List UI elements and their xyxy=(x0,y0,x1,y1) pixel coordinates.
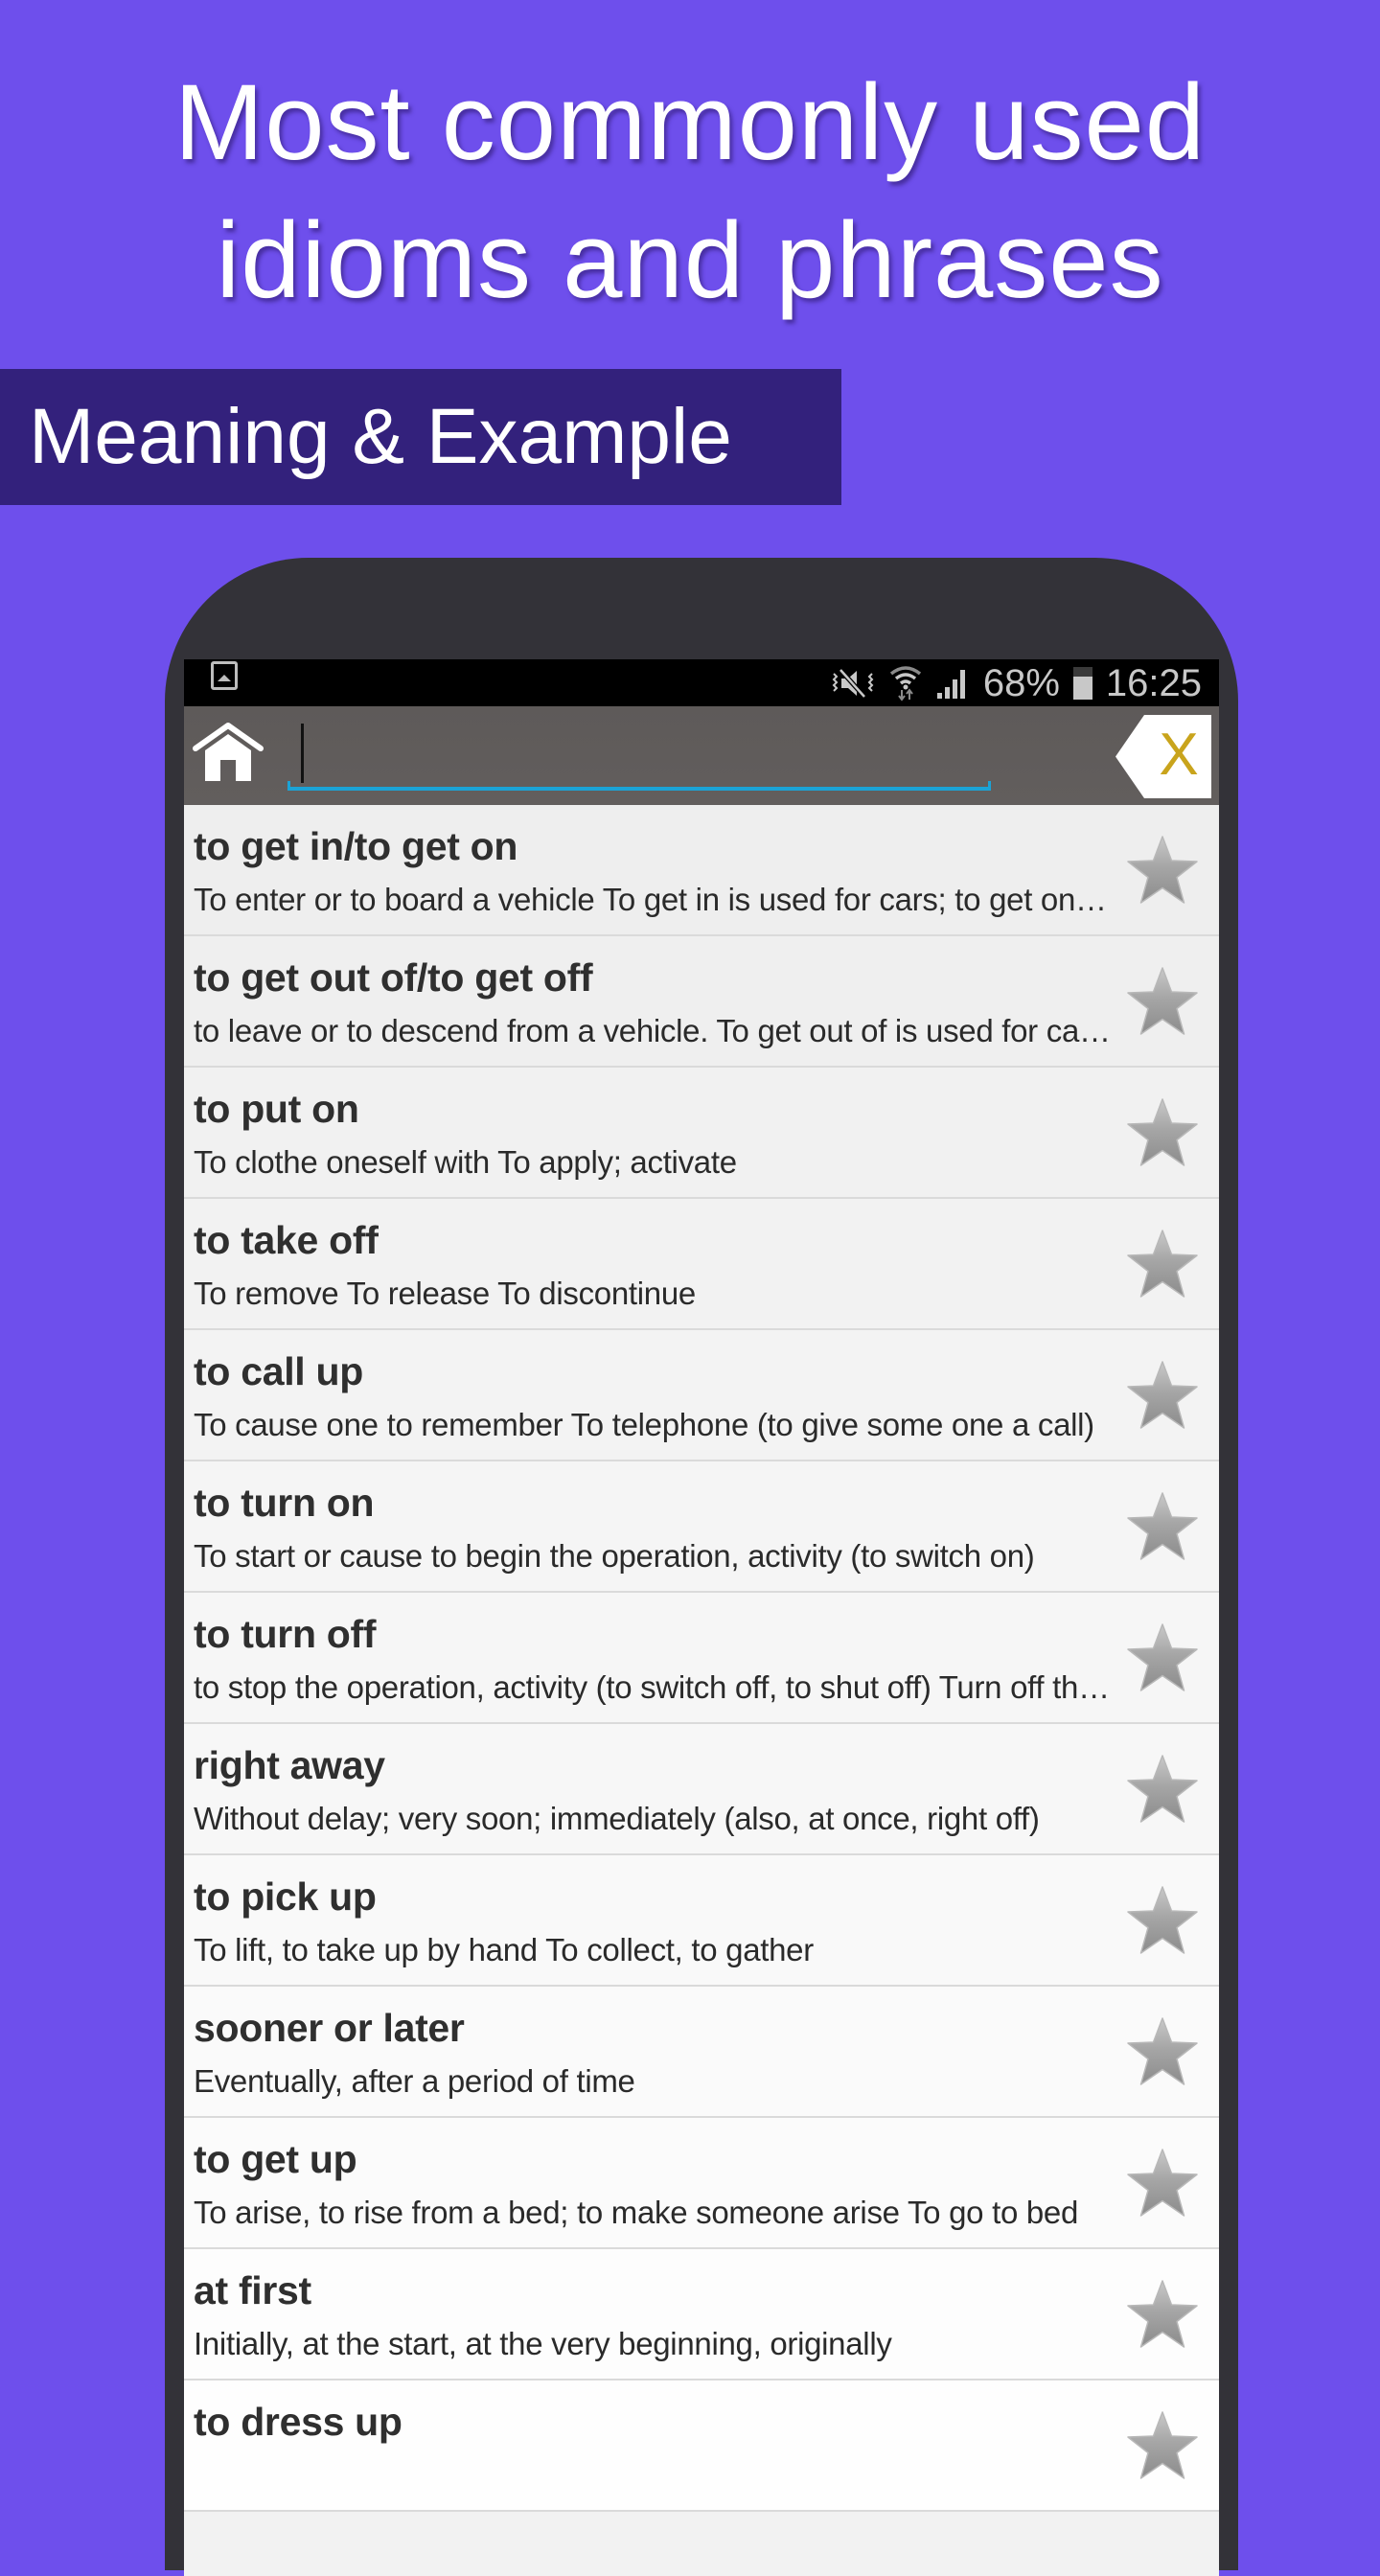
favorite-star-button[interactable] xyxy=(1125,1884,1200,1957)
idiom-list-item[interactable]: to put on To clothe oneself with To appl… xyxy=(184,1068,1219,1199)
search-toolbar: X xyxy=(184,706,1219,805)
status-bar: 68% 16:25 xyxy=(184,659,1219,706)
idiom-meaning: Eventually, after a period of time xyxy=(194,2063,635,2099)
idiom-list-item[interactable]: to get in/to get on To enter or to board… xyxy=(184,805,1219,936)
idiom-list-item[interactable]: to pick up To lift, to take up by hand T… xyxy=(184,1855,1219,1987)
favorite-star-button[interactable] xyxy=(1125,1490,1200,1563)
star-icon xyxy=(1127,1361,1198,1429)
favorite-star-button[interactable] xyxy=(1125,2147,1200,2220)
idiom-meaning: To start or cause to begin the operation… xyxy=(194,1538,1035,1574)
idiom-title: to pick up xyxy=(194,1874,377,1919)
idiom-title: right away xyxy=(194,1743,385,1787)
status-time: 16:25 xyxy=(1105,661,1202,704)
mute-vibrate-icon xyxy=(830,666,876,701)
idiom-title: to get up xyxy=(194,2137,357,2181)
idiom-title: to put on xyxy=(194,1087,359,1131)
idiom-title: to get in/to get on xyxy=(194,824,518,868)
text-caret xyxy=(301,724,304,783)
idiom-meaning: to leave or to descend from a vehicle. T… xyxy=(194,1013,1114,1048)
idiom-list-item[interactable]: to dress up xyxy=(184,2380,1219,2512)
star-icon xyxy=(1127,2017,1198,2085)
home-button[interactable] xyxy=(192,722,264,785)
wifi-data-icon xyxy=(889,664,922,702)
star-icon xyxy=(1127,1230,1198,1298)
star-icon xyxy=(1127,836,1198,904)
gallery-icon xyxy=(211,661,238,690)
phone-frame: 68% 16:25 X to get in/to get on To enter… xyxy=(165,558,1238,2576)
idiom-list-item[interactable]: to turn off to stop the operation, activ… xyxy=(184,1593,1219,1724)
search-underline xyxy=(288,781,991,791)
idiom-list-item[interactable]: to call up To cause one to remember To t… xyxy=(184,1330,1219,1461)
idiom-meaning: To arise, to rise from a bed; to make so… xyxy=(194,2195,1079,2230)
idiom-meaning: To remove To release To discontinue xyxy=(194,1276,696,1311)
idiom-title: sooner or later xyxy=(194,2006,465,2050)
promo-headline-line2: idioms and phrases xyxy=(216,200,1164,320)
star-icon xyxy=(1127,2149,1198,2217)
favorite-star-button[interactable] xyxy=(1125,2278,1200,2351)
idiom-title: to turn on xyxy=(194,1481,375,1525)
star-icon xyxy=(1127,967,1198,1035)
idiom-meaning: to stop the operation, activity (to swit… xyxy=(194,1669,1114,1705)
app-screen: 68% 16:25 X to get in/to get on To enter… xyxy=(184,659,1219,2576)
signal-icon xyxy=(935,666,970,701)
promo-headline-line1: Most commonly used xyxy=(173,62,1207,182)
favorite-star-button[interactable] xyxy=(1125,2409,1200,2482)
favorite-star-button[interactable] xyxy=(1125,1096,1200,1169)
idiom-list-item[interactable]: at first Initially, at the start, at the… xyxy=(184,2249,1219,2380)
battery-percent: 68% xyxy=(982,661,1060,704)
star-icon xyxy=(1127,2280,1198,2348)
search-field[interactable] xyxy=(288,718,991,791)
home-icon xyxy=(193,723,264,781)
idiom-list-item[interactable]: to get up To arise, to rise from a bed; … xyxy=(184,2118,1219,2249)
promo-subbanner: Meaning & Example xyxy=(0,369,841,505)
favorite-star-button[interactable] xyxy=(1125,1622,1200,1694)
clear-x-label: X xyxy=(1159,722,1198,788)
idiom-list-item[interactable]: to turn on To start or cause to begin th… xyxy=(184,1461,1219,1593)
favorite-star-button[interactable] xyxy=(1125,1228,1200,1300)
search-input[interactable] xyxy=(288,718,991,783)
idiom-list: to get in/to get on To enter or to board… xyxy=(184,805,1219,2512)
clear-search-button[interactable]: X xyxy=(1116,715,1211,798)
battery-level xyxy=(1072,677,1092,700)
idiom-meaning: To enter or to board a vehicle To get in… xyxy=(194,882,1114,917)
star-icon xyxy=(1127,2411,1198,2479)
idiom-meaning: To cause one to remember To telephone (t… xyxy=(194,1407,1094,1442)
favorite-star-button[interactable] xyxy=(1125,2015,1200,2088)
star-icon xyxy=(1127,1098,1198,1166)
status-bar-right: 68% 16:25 xyxy=(830,659,1202,706)
idiom-list-item[interactable]: right away Without delay; very soon; imm… xyxy=(184,1724,1219,1855)
idiom-meaning: Initially, at the start, at the very beg… xyxy=(194,2326,892,2361)
idiom-meaning: Without delay; very soon; immediately (a… xyxy=(194,1801,1040,1836)
idiom-title: to call up xyxy=(194,1349,363,1393)
idiom-title: to turn off xyxy=(194,1612,377,1656)
idiom-list-item[interactable]: to take off To remove To release To disc… xyxy=(184,1199,1219,1330)
favorite-star-button[interactable] xyxy=(1125,1359,1200,1432)
idiom-list-item[interactable]: sooner or later Eventually, after a peri… xyxy=(184,1987,1219,2118)
star-icon xyxy=(1127,1886,1198,1954)
star-icon xyxy=(1127,1623,1198,1691)
idiom-title: to take off xyxy=(194,1218,379,1262)
idiom-title: at first xyxy=(194,2268,311,2312)
favorite-star-button[interactable] xyxy=(1125,834,1200,907)
favorite-star-button[interactable] xyxy=(1125,1753,1200,1826)
battery-icon xyxy=(1072,666,1092,700)
idiom-meaning: To lift, to take up by hand To collect, … xyxy=(194,1932,814,1967)
star-icon xyxy=(1127,1755,1198,1823)
idiom-meaning: To clothe oneself with To apply; activat… xyxy=(194,1144,737,1180)
idiom-title: to dress up xyxy=(194,2400,402,2444)
idiom-title: to get out of/to get off xyxy=(194,955,593,1000)
promo-subbanner-text: Meaning & Example xyxy=(29,393,732,480)
idiom-list-item[interactable]: to get out of/to get off to leave or to … xyxy=(184,936,1219,1068)
star-icon xyxy=(1127,1492,1198,1560)
favorite-star-button[interactable] xyxy=(1125,965,1200,1038)
